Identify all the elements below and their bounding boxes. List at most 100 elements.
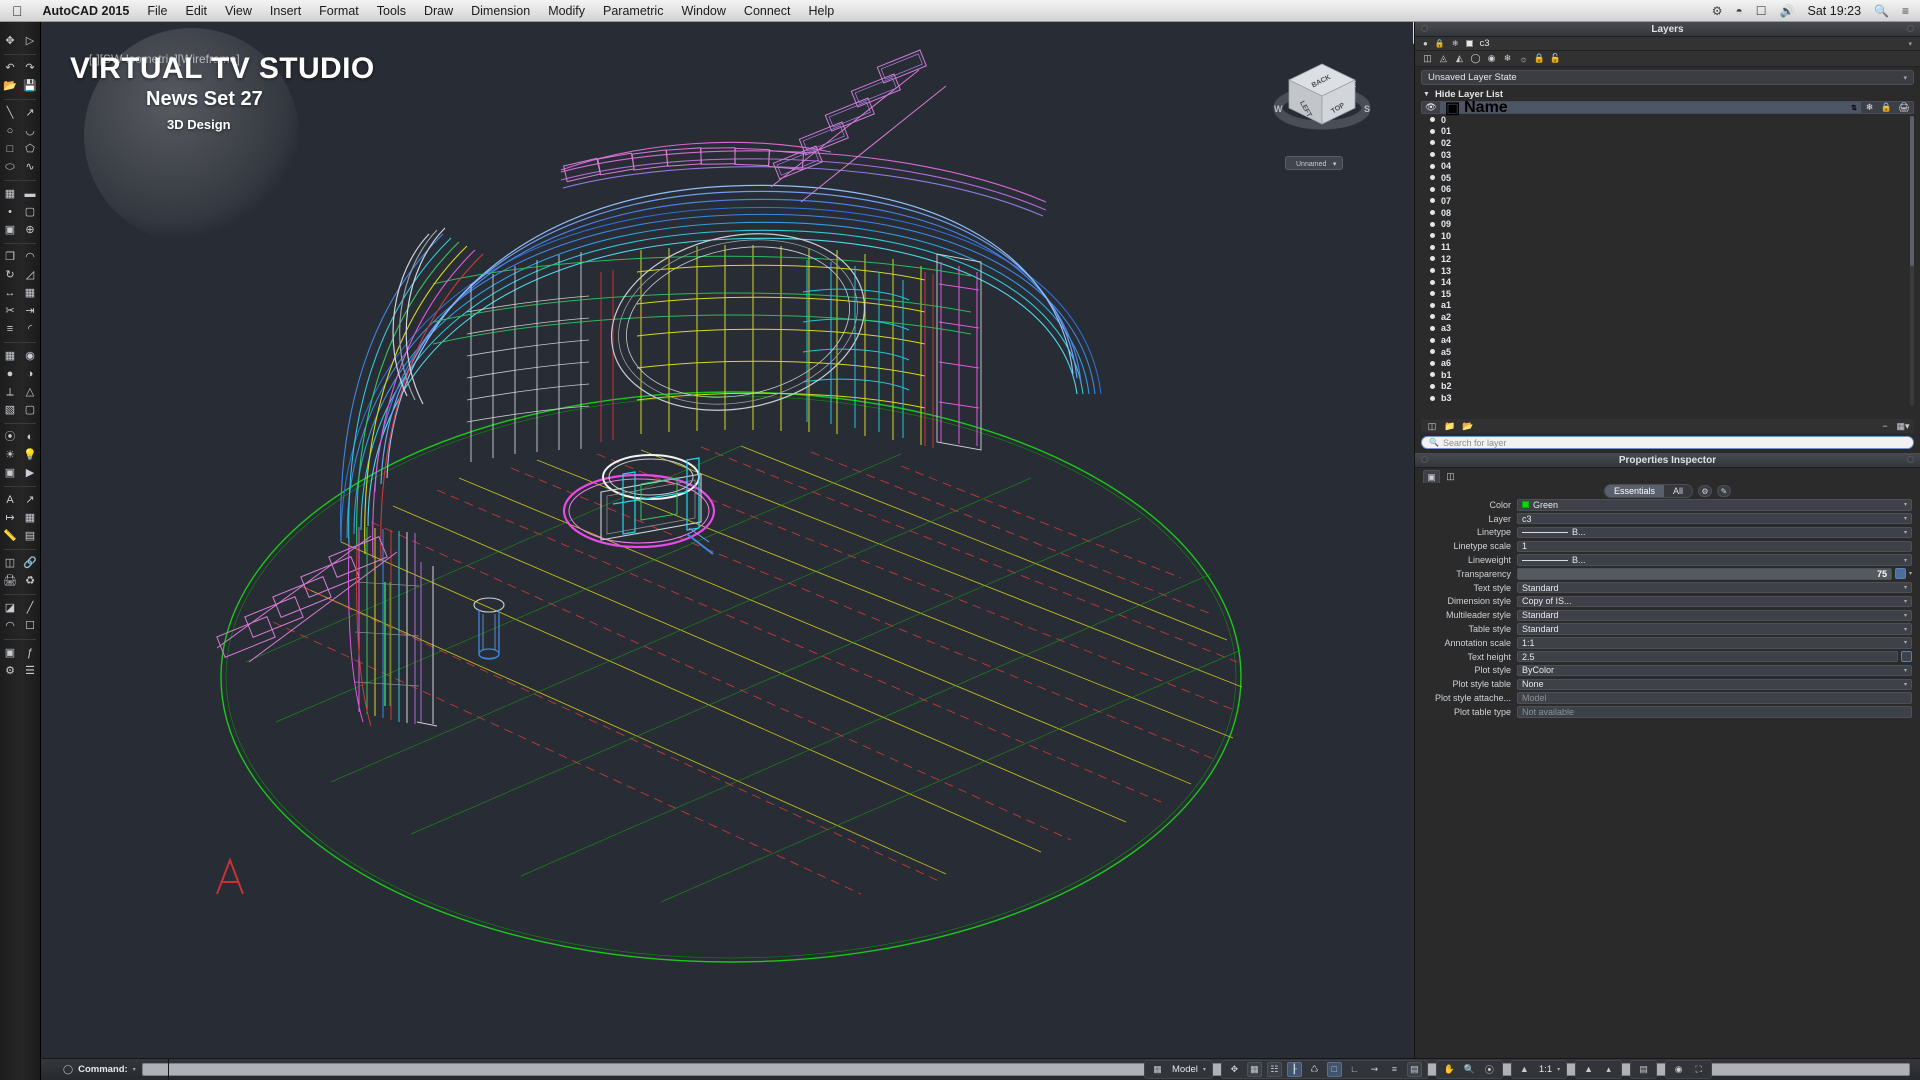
view-cube[interactable]: W S N E BACK LEFT TOP Unnamed ▾: [1267, 52, 1377, 172]
layer-visibility-toggle[interactable]: [1423, 163, 1441, 169]
layer-visibility-toggle[interactable]: [1423, 349, 1441, 355]
chevron-down-icon[interactable]: ▾: [1203, 1066, 1209, 1073]
layer-row[interactable]: 01: [1421, 126, 1914, 138]
property-dropdown-field[interactable]: c3 ▾: [1517, 512, 1912, 525]
layer-visibility-toggle[interactable]: [1423, 291, 1441, 297]
layer-row[interactable]: a6: [1421, 357, 1914, 369]
apple-logo-icon[interactable]: : [0, 4, 34, 18]
volume-icon[interactable]: 🔊: [1780, 4, 1795, 18]
chevron-down-icon[interactable]: ▾: [1908, 40, 1912, 48]
surface-tool-icon[interactable]: ▢: [20, 401, 40, 419]
tab-object-properties[interactable]: ▣: [1423, 470, 1440, 483]
field-tool-icon[interactable]: ▤: [20, 527, 40, 545]
layer-visibility-toggle[interactable]: [1423, 279, 1441, 285]
scale-tool-icon[interactable]: ◿: [20, 266, 40, 284]
revolve-tool-icon[interactable]: ◉: [20, 347, 40, 365]
layer-visibility-toggle[interactable]: [1423, 372, 1441, 378]
multileader-tool-icon[interactable]: ↗: [20, 491, 40, 509]
palette-collapse-right-icon[interactable]: [1907, 25, 1914, 32]
object-snap-tracking-icon[interactable]: ∟: [1347, 1062, 1362, 1077]
layer-row[interactable]: b3: [1421, 392, 1914, 404]
subtract-tool-icon[interactable]: ◑: [20, 365, 40, 383]
chevron-down-icon[interactable]: ▾: [1909, 570, 1912, 577]
visualstyle-tool-icon[interactable]: ◐: [20, 428, 40, 446]
undo-tool-icon[interactable]: ↶: [0, 59, 20, 77]
open-tool-icon[interactable]: 📂: [0, 77, 20, 95]
layer-row[interactable]: 07: [1421, 195, 1914, 207]
move-tool-icon[interactable]: ✥: [0, 32, 20, 50]
lineweight-display-icon[interactable]: ▤: [1406, 1061, 1422, 1077]
dimension-tool-icon[interactable]: ↦: [0, 509, 20, 527]
property-linetype-field[interactable]: B... ▾: [1517, 554, 1912, 566]
layer-row[interactable]: 06: [1421, 184, 1914, 196]
layer-visibility-toggle[interactable]: [1423, 337, 1441, 343]
layer-visibility-toggle[interactable]: [1423, 302, 1441, 308]
model-space-control[interactable]: ▦ Model ▾: [1144, 1059, 1213, 1079]
layer-unisolate-icon[interactable]: ◭: [1452, 52, 1467, 66]
union-tool-icon[interactable]: ●: [0, 365, 20, 383]
object-snap-icon[interactable]: □: [1326, 1061, 1342, 1077]
chevron-down-icon[interactable]: ▾: [1904, 584, 1907, 591]
layer-list[interactable]: 0 01 02 03 04 05 06 07 08 09 10 11 12 13 14 15 a1 a2 a3 a4 a…: [1421, 114, 1914, 417]
ellipse-tool-icon[interactable]: ⬭: [0, 158, 20, 176]
trim-tool-icon[interactable]: ✂: [0, 302, 20, 320]
layers-palette-header[interactable]: Layers: [1415, 22, 1920, 37]
layer-thaw-icon[interactable]: ☼: [1516, 52, 1531, 66]
chevron-down-icon[interactable]: ▾: [1904, 515, 1907, 522]
layer-visibility-toggle[interactable]: [1423, 314, 1441, 320]
pick-point-icon[interactable]: ✎: [1717, 485, 1732, 497]
layer-row[interactable]: a1: [1421, 300, 1914, 312]
stepper-icon[interactable]: [1901, 651, 1912, 663]
menu-item-help[interactable]: Help: [799, 0, 843, 22]
palette-collapse-left-icon[interactable]: [1421, 25, 1428, 32]
parametric-tool-icon[interactable]: ƒ: [20, 644, 40, 662]
xref-tool-icon[interactable]: 🔗: [20, 554, 40, 572]
annotation-scale-control[interactable]: ▲ 1:1 ▾: [1510, 1059, 1568, 1079]
layer-visibility-toggle[interactable]: [1423, 395, 1441, 401]
select-tool-icon[interactable]: ▷: [20, 32, 40, 50]
layer-row[interactable]: 04: [1421, 160, 1914, 172]
clean-screen-icon[interactable]: ⛶: [1691, 1062, 1706, 1077]
new-group-filter-icon[interactable]: 📁: [1442, 420, 1458, 432]
layer-visibility-toggle[interactable]: [1423, 198, 1441, 204]
property-stepper-field[interactable]: 2.5: [1517, 650, 1898, 663]
eye-icon[interactable]: 👁: [1422, 102, 1440, 113]
layer-row[interactable]: 14: [1421, 276, 1914, 288]
layer-row[interactable]: b1: [1421, 369, 1914, 381]
point-tool-icon[interactable]: •: [0, 203, 20, 221]
sort-arrows-icon[interactable]: ⇅: [1851, 104, 1861, 112]
airplay-icon[interactable]: ☐: [1756, 4, 1767, 18]
property-dropdown-field[interactable]: Standard ▾: [1517, 609, 1912, 622]
layer-visibility-toggle[interactable]: [1423, 140, 1441, 146]
segment-all[interactable]: All: [1664, 485, 1692, 497]
polyline-tool-icon[interactable]: ↗: [20, 104, 40, 122]
layer-row[interactable]: 12: [1421, 253, 1914, 265]
layer-lock-icon[interactable]: 🔒: [1532, 52, 1547, 66]
polygon-tool-icon[interactable]: ⬠: [20, 140, 40, 158]
layer-row[interactable]: a5: [1421, 346, 1914, 358]
layer-row[interactable]: 03: [1421, 149, 1914, 161]
menu-item-view[interactable]: View: [216, 0, 261, 22]
menu-item-file[interactable]: File: [138, 0, 176, 22]
property-dropdown-field[interactable]: ByColor ▾: [1517, 664, 1912, 677]
copy-tool-icon[interactable]: ❐: [0, 248, 20, 266]
light-tool-icon[interactable]: 💡: [20, 446, 40, 464]
layer-visibility-toggle[interactable]: [1423, 117, 1441, 123]
chevron-down-icon[interactable]: ▾: [1904, 626, 1907, 633]
layer-list-scrollbar[interactable]: [1910, 116, 1914, 406]
offset-tool-icon[interactable]: ≡: [0, 320, 20, 338]
layer-row[interactable]: 15: [1421, 288, 1914, 300]
hardware-accel-icon[interactable]: ◉: [1671, 1062, 1686, 1077]
property-dropdown-field[interactable]: Standard ▾: [1517, 623, 1912, 635]
menu-item-insert[interactable]: Insert: [261, 0, 310, 22]
menu-item-format[interactable]: Format: [310, 0, 368, 22]
layer-row[interactable]: a3: [1421, 323, 1914, 335]
extrude-tool-icon[interactable]: ▦: [0, 347, 20, 365]
annotation-auto-scale-icon[interactable]: ▴: [1601, 1062, 1616, 1077]
layer-options-icon[interactable]: ▦▾: [1895, 420, 1911, 432]
menu-item-edit[interactable]: Edit: [176, 0, 216, 22]
chevron-down-icon[interactable]: ▾: [1904, 612, 1907, 619]
layer-state-dropdown[interactable]: Unsaved Layer State ▾: [1421, 70, 1914, 85]
segment-essentials[interactable]: Essentials: [1604, 485, 1664, 497]
chevron-down-icon[interactable]: ▾: [133, 1066, 136, 1073]
